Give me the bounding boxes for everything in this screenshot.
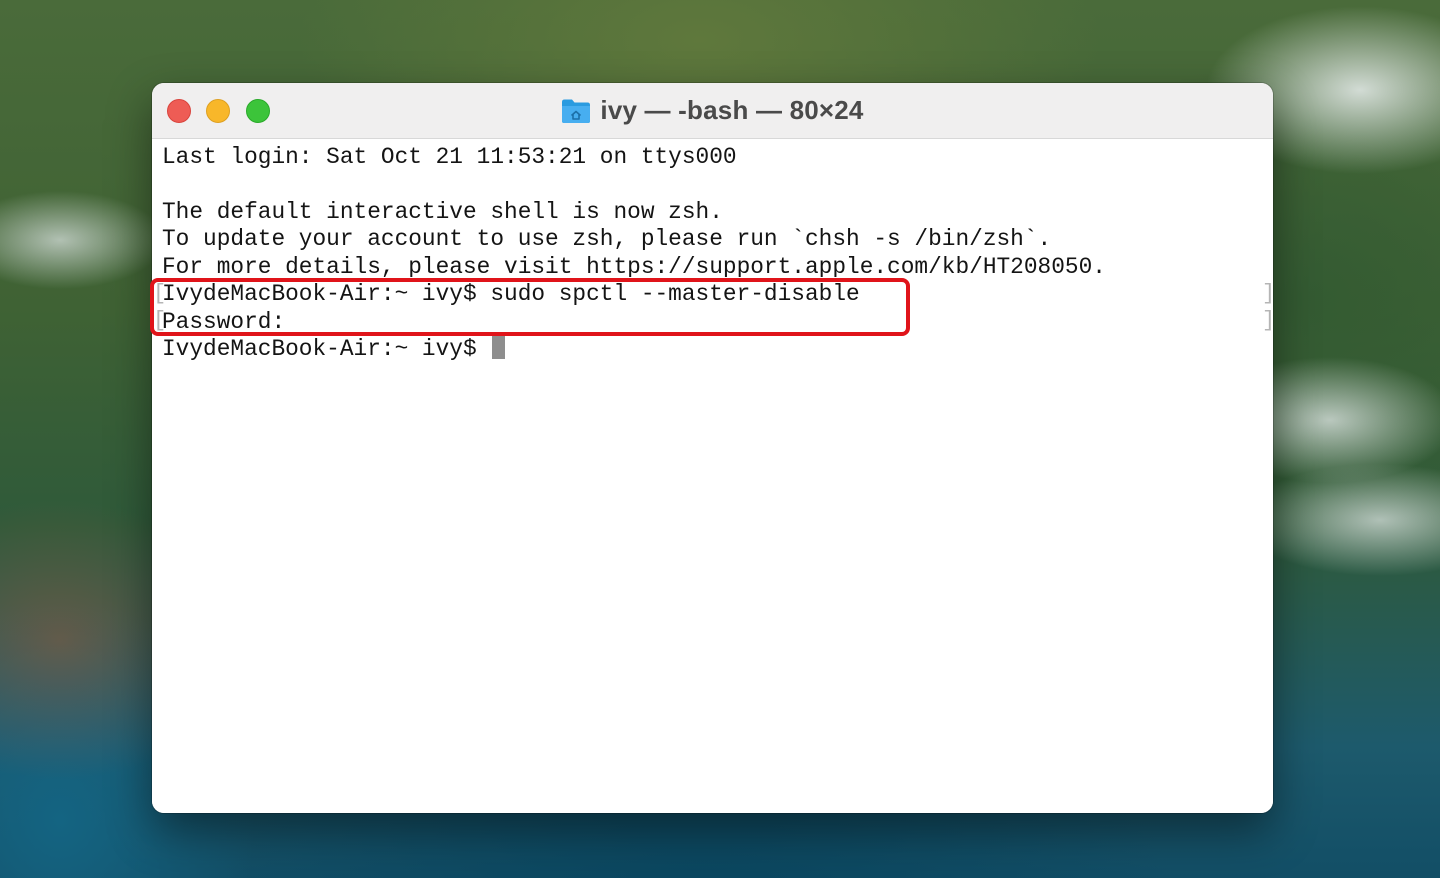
title-group: ivy — -bash — 80×24 xyxy=(152,83,1273,138)
text-cursor xyxy=(492,336,506,359)
command-mark-right: ] xyxy=(1262,281,1273,306)
terminal-window[interactable]: ivy — -bash — 80×24 Last login: Sat Oct … xyxy=(152,83,1273,813)
command-mark-left: [ xyxy=(153,281,167,306)
terminal-line-password: Password: xyxy=(162,309,286,335)
terminal-line-update-account: To update your account to use zsh, pleas… xyxy=(162,226,1052,252)
terminal-line-default-shell: The default interactive shell is now zsh… xyxy=(162,199,723,225)
terminal-line-last-login: Last login: Sat Oct 21 11:53:21 on ttys0… xyxy=(162,144,737,170)
terminal-line-more-details: For more details, please visit https://s… xyxy=(162,254,1106,277)
terminal-output[interactable]: Last login: Sat Oct 21 11:53:21 on ttys0… xyxy=(152,139,1273,813)
command-mark-right: ] xyxy=(1262,308,1273,333)
title-bar[interactable]: ivy — -bash — 80×24 xyxy=(152,83,1273,139)
command-mark-left: [ xyxy=(153,308,167,333)
prompt-text: IvydeMacBook-Air:~ ivy$ xyxy=(162,336,491,362)
terminal-line-prompt[interactable]: IvydeMacBook-Air:~ ivy$ xyxy=(162,335,506,363)
terminal-line-sudo-command: IvydeMacBook-Air:~ ivy$ sudo spctl --mas… xyxy=(162,281,860,307)
home-folder-icon xyxy=(562,99,591,123)
window-title: ivy — -bash — 80×24 xyxy=(600,95,864,125)
